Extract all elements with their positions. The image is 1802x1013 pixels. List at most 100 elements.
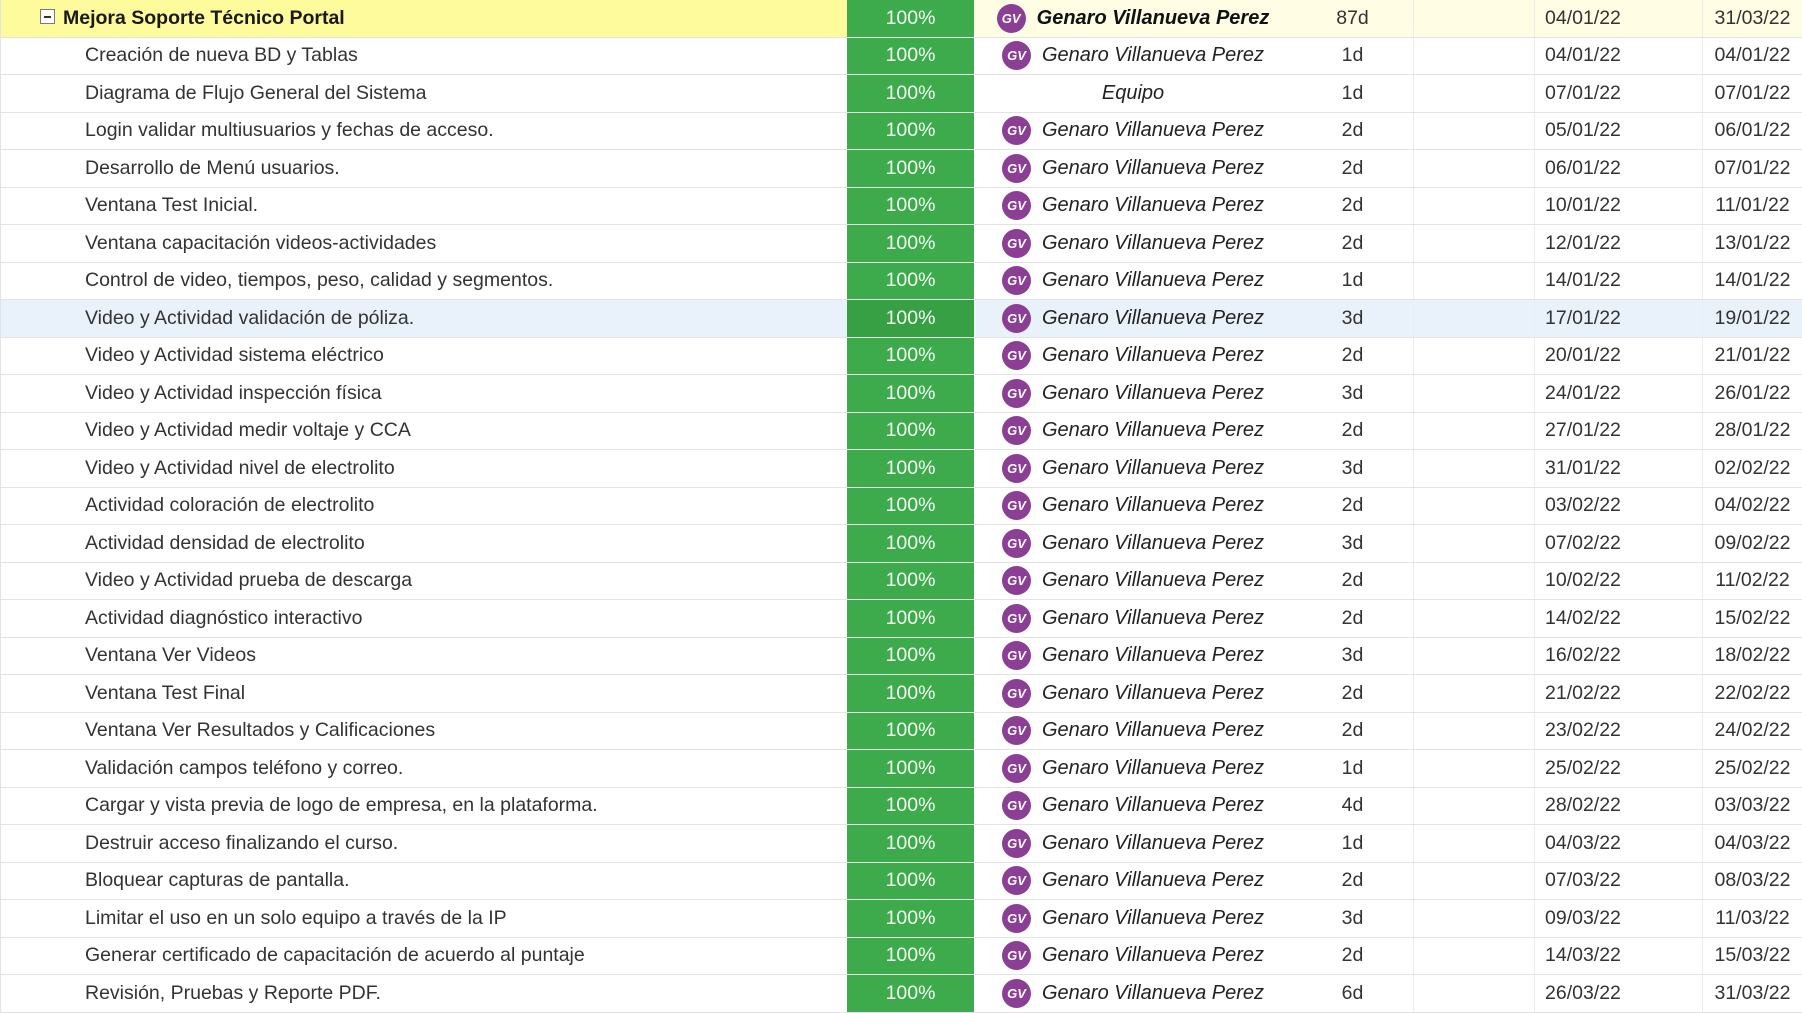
assigned-to-cell[interactable]: GV Genaro Villanueva Perez — [974, 375, 1292, 412]
percent-complete-cell[interactable]: 100% — [847, 112, 974, 149]
duration-cell[interactable]: 2d — [1292, 113, 1413, 150]
start-date-cell[interactable]: 27/01/22 — [1534, 412, 1702, 449]
task-name-cell[interactable]: Control de video, tiempos, peso, calidad… — [0, 262, 847, 299]
duration-cell[interactable]: 1d — [1292, 825, 1413, 862]
start-date-cell[interactable]: 04/01/22 — [1534, 0, 1702, 37]
task-name-cell[interactable]: Mejora Soporte Técnico Portal — [0, 0, 847, 37]
task-name-cell[interactable]: Ventana Ver Videos — [0, 637, 847, 674]
empty-cell[interactable] — [1413, 262, 1534, 299]
start-date-cell[interactable]: 07/03/22 — [1534, 862, 1702, 899]
assigned-to-cell[interactable]: GV Genaro Villanueva Perez — [974, 825, 1292, 862]
task-name-cell[interactable]: Limitar el uso en un solo equipo a travé… — [0, 900, 847, 937]
task-name-cell[interactable]: Actividad coloración de electrolito — [0, 487, 847, 524]
assigned-to-cell[interactable]: GV Genaro Villanueva Perez — [974, 488, 1292, 525]
end-date-cell[interactable]: 06/01/22 — [1702, 112, 1802, 149]
task-row[interactable]: Actividad densidad de electrolito 100% GV G… — [0, 525, 1802, 563]
percent-complete-cell[interactable]: 100% — [847, 37, 974, 74]
end-date-cell[interactable]: 13/01/22 — [1702, 225, 1802, 262]
task-name-cell[interactable]: Generar certificado de capacitación de a… — [0, 937, 847, 974]
empty-cell[interactable] — [1413, 787, 1534, 824]
start-date-cell[interactable]: 04/01/22 — [1534, 37, 1702, 74]
empty-cell[interactable] — [1413, 862, 1534, 899]
task-row[interactable]: Actividad diagnóstico interactivo 100% GV G… — [0, 600, 1802, 638]
start-date-cell[interactable]: 07/01/22 — [1534, 75, 1702, 112]
empty-cell[interactable] — [1413, 112, 1534, 149]
duration-cell[interactable]: 3d — [1292, 638, 1413, 675]
assigned-to-cell[interactable]: GV Genaro Villanueva Perez — [974, 638, 1292, 675]
assigned-to-cell[interactable]: GV Genaro Villanueva Perez — [974, 938, 1292, 975]
percent-complete-cell[interactable]: 100% — [847, 0, 974, 37]
task-row[interactable]: Video y Actividad sistema eléctrico 100% G… — [0, 337, 1802, 375]
duration-cell[interactable]: 1d — [1292, 750, 1413, 787]
task-name-cell[interactable]: Ventana Ver Resultados y Calificaciones — [0, 712, 847, 749]
percent-complete-cell[interactable]: 100% — [847, 75, 974, 112]
start-date-cell[interactable]: 09/03/22 — [1534, 900, 1702, 937]
percent-complete-cell[interactable]: 100% — [847, 750, 974, 787]
assigned-to-cell[interactable]: GV Genaro Villanueva Perez — [974, 675, 1292, 712]
task-name-cell[interactable]: Bloquear capturas de pantalla. — [0, 862, 847, 899]
task-row[interactable]: Video y Actividad inspección física 100% G… — [0, 375, 1802, 413]
empty-cell[interactable] — [1413, 37, 1534, 74]
task-row[interactable]: Generar certificado de capacitación de a… — [0, 937, 1802, 975]
empty-cell[interactable] — [1413, 750, 1534, 787]
task-row[interactable]: Validación campos teléfono y correo. 100%… — [0, 750, 1802, 788]
percent-complete-cell[interactable]: 100% — [847, 562, 974, 599]
assigned-to-cell[interactable]: GV Genaro Villanueva Perez — [974, 788, 1292, 825]
start-date-cell[interactable]: 20/01/22 — [1534, 337, 1702, 374]
task-name-cell[interactable]: Video y Actividad medir voltaje y CCA — [0, 412, 847, 449]
percent-complete-cell[interactable]: 100% — [847, 937, 974, 974]
empty-cell[interactable] — [1413, 675, 1534, 712]
task-row[interactable]: Ventana Ver Resultados y Calificaciones 1… — [0, 712, 1802, 750]
percent-complete-cell[interactable]: 100% — [847, 825, 974, 862]
empty-cell[interactable] — [1413, 825, 1534, 862]
start-date-cell[interactable]: 05/01/22 — [1534, 112, 1702, 149]
task-row[interactable]: Login validar multiusuarios y fechas de … — [0, 112, 1802, 150]
task-row[interactable]: Destruir acceso finalizando el curso. 100… — [0, 825, 1802, 863]
task-name-cell[interactable]: Login validar multiusuarios y fechas de … — [0, 112, 847, 149]
start-date-cell[interactable]: 14/03/22 — [1534, 937, 1702, 974]
duration-cell[interactable]: 2d — [1292, 863, 1413, 900]
start-date-cell[interactable]: 04/03/22 — [1534, 825, 1702, 862]
duration-cell[interactable]: 1d — [1292, 38, 1413, 75]
duration-cell[interactable]: 87d — [1292, 0, 1413, 37]
end-date-cell[interactable]: 22/02/22 — [1702, 675, 1802, 712]
empty-cell[interactable] — [1413, 975, 1534, 1012]
empty-cell[interactable] — [1413, 150, 1534, 187]
duration-cell[interactable]: 3d — [1292, 900, 1413, 937]
assigned-to-cell[interactable]: GV Genaro Villanueva Perez — [974, 975, 1292, 1012]
duration-cell[interactable]: 2d — [1292, 600, 1413, 637]
start-date-cell[interactable]: 03/02/22 — [1534, 487, 1702, 524]
end-date-cell[interactable]: 28/01/22 — [1702, 412, 1802, 449]
duration-cell[interactable]: 3d — [1292, 375, 1413, 412]
assigned-to-cell[interactable]: GV Genaro Villanueva Perez — [974, 338, 1292, 375]
start-date-cell[interactable]: 14/02/22 — [1534, 600, 1702, 637]
assigned-to-cell[interactable]: GV Genaro Villanueva Perez — [974, 150, 1292, 187]
empty-cell[interactable] — [1413, 300, 1534, 337]
task-name-cell[interactable]: Actividad diagnóstico interactivo — [0, 600, 847, 637]
task-row[interactable]: Ventana capacitación videos-actividades 1… — [0, 225, 1802, 263]
task-row[interactable]: Desarrollo de Menú usuarios. 100% GV Genaro… — [0, 150, 1802, 188]
end-date-cell[interactable]: 18/02/22 — [1702, 637, 1802, 674]
assigned-to-cell[interactable]: GV Genaro Villanueva Perez — [974, 225, 1292, 262]
percent-complete-cell[interactable]: 100% — [847, 412, 974, 449]
empty-cell[interactable] — [1413, 337, 1534, 374]
start-date-cell[interactable]: 16/02/22 — [1534, 637, 1702, 674]
task-name-cell[interactable]: Actividad densidad de electrolito — [0, 525, 847, 562]
empty-cell[interactable] — [1413, 525, 1534, 562]
assigned-to-cell[interactable]: GV Genaro Villanueva Perez — [974, 713, 1292, 750]
percent-complete-cell[interactable]: 100% — [847, 262, 974, 299]
percent-complete-cell[interactable]: 100% — [847, 187, 974, 224]
task-name-cell[interactable]: Video y Actividad nivel de electrolito — [0, 450, 847, 487]
parent-task-row[interactable]: Mejora Soporte Técnico Portal 100% GV Ge… — [0, 0, 1802, 38]
assigned-to-cell[interactable]: GV Genaro Villanueva Perez — [974, 263, 1292, 300]
assigned-to-cell[interactable]: GV Genaro Villanueva Perez — [974, 900, 1292, 937]
end-date-cell[interactable]: 04/02/22 — [1702, 487, 1802, 524]
end-date-cell[interactable]: 09/02/22 — [1702, 525, 1802, 562]
end-date-cell[interactable]: 21/01/22 — [1702, 337, 1802, 374]
duration-cell[interactable]: 6d — [1292, 975, 1413, 1012]
assigned-to-cell[interactable]: GV Genaro Villanueva Perez — [974, 600, 1292, 637]
end-date-cell[interactable]: 31/03/22 — [1702, 0, 1802, 37]
start-date-cell[interactable]: 14/01/22 — [1534, 262, 1702, 299]
end-date-cell[interactable]: 02/02/22 — [1702, 450, 1802, 487]
duration-cell[interactable]: 2d — [1292, 225, 1413, 262]
